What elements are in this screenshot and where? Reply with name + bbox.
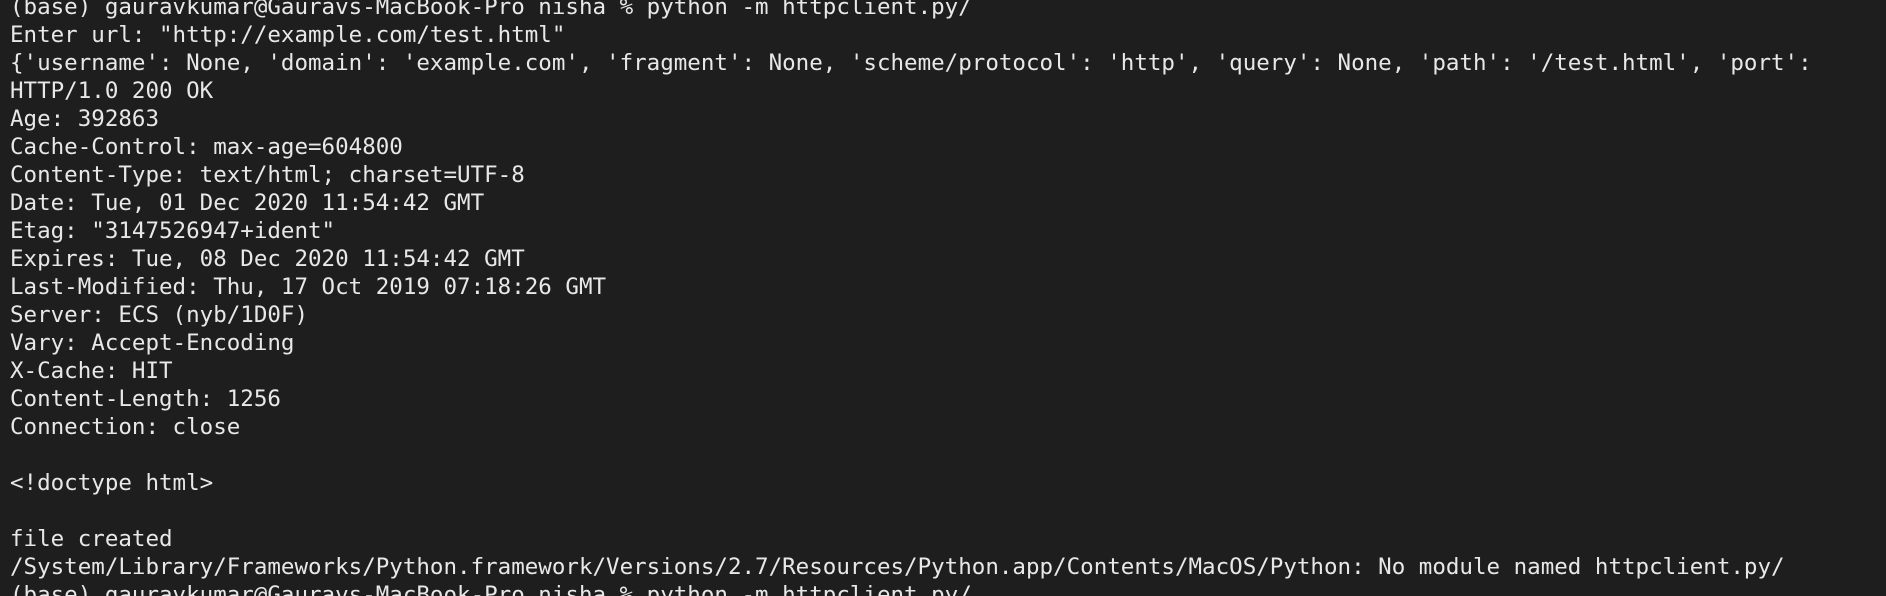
header-server: Server: ECS (nyb/1D0F) [10, 302, 309, 328]
error-message-line: /System/Library/Frameworks/Python.framew… [10, 554, 1785, 580]
header-etag: Etag: "3147526947+ident" [10, 218, 336, 244]
doctype-line: <!doctype html> [10, 470, 214, 496]
header-age: Age: 392863 [10, 106, 160, 132]
header-expires: Expires: Tue, 08 Dec 2020 11:54:42 GMT [10, 246, 525, 272]
prompt-line-cut: (base) gauravkumar@Gauravs-MacBook-Pro n… [10, 582, 972, 596]
header-content-length: Content-Length: 1256 [10, 386, 281, 412]
header-vary: Vary: Accept-Encoding [10, 330, 295, 356]
parsed-url-dict-line: {'username': None, 'domain': 'example.co… [10, 50, 1812, 76]
header-content-type: Content-Type: text/html; charset=UTF-8 [10, 162, 525, 188]
header-date: Date: Tue, 01 Dec 2020 11:54:42 GMT [10, 190, 485, 216]
terminal-window[interactable]: (base) gauravkumar@Gauravs-MacBook-Pro n… [0, 0, 1886, 596]
terminal-output: (base) gauravkumar@Gauravs-MacBook-Pro n… [10, 0, 1886, 596]
prompt-line: (base) gauravkumar@Gauravs-MacBook-Pro n… [10, 0, 972, 20]
header-x-cache: X-Cache: HIT [10, 358, 173, 384]
header-connection: Connection: close [10, 414, 241, 440]
header-last-modified: Last-Modified: Thu, 17 Oct 2019 07:18:26… [10, 274, 607, 300]
header-cache-control: Cache-Control: max-age=604800 [10, 134, 403, 160]
file-created-line: file created [10, 526, 173, 552]
url-input-line: Enter url: "http://example.com/test.html… [10, 22, 566, 48]
http-status-line: HTTP/1.0 200 OK [10, 78, 214, 104]
